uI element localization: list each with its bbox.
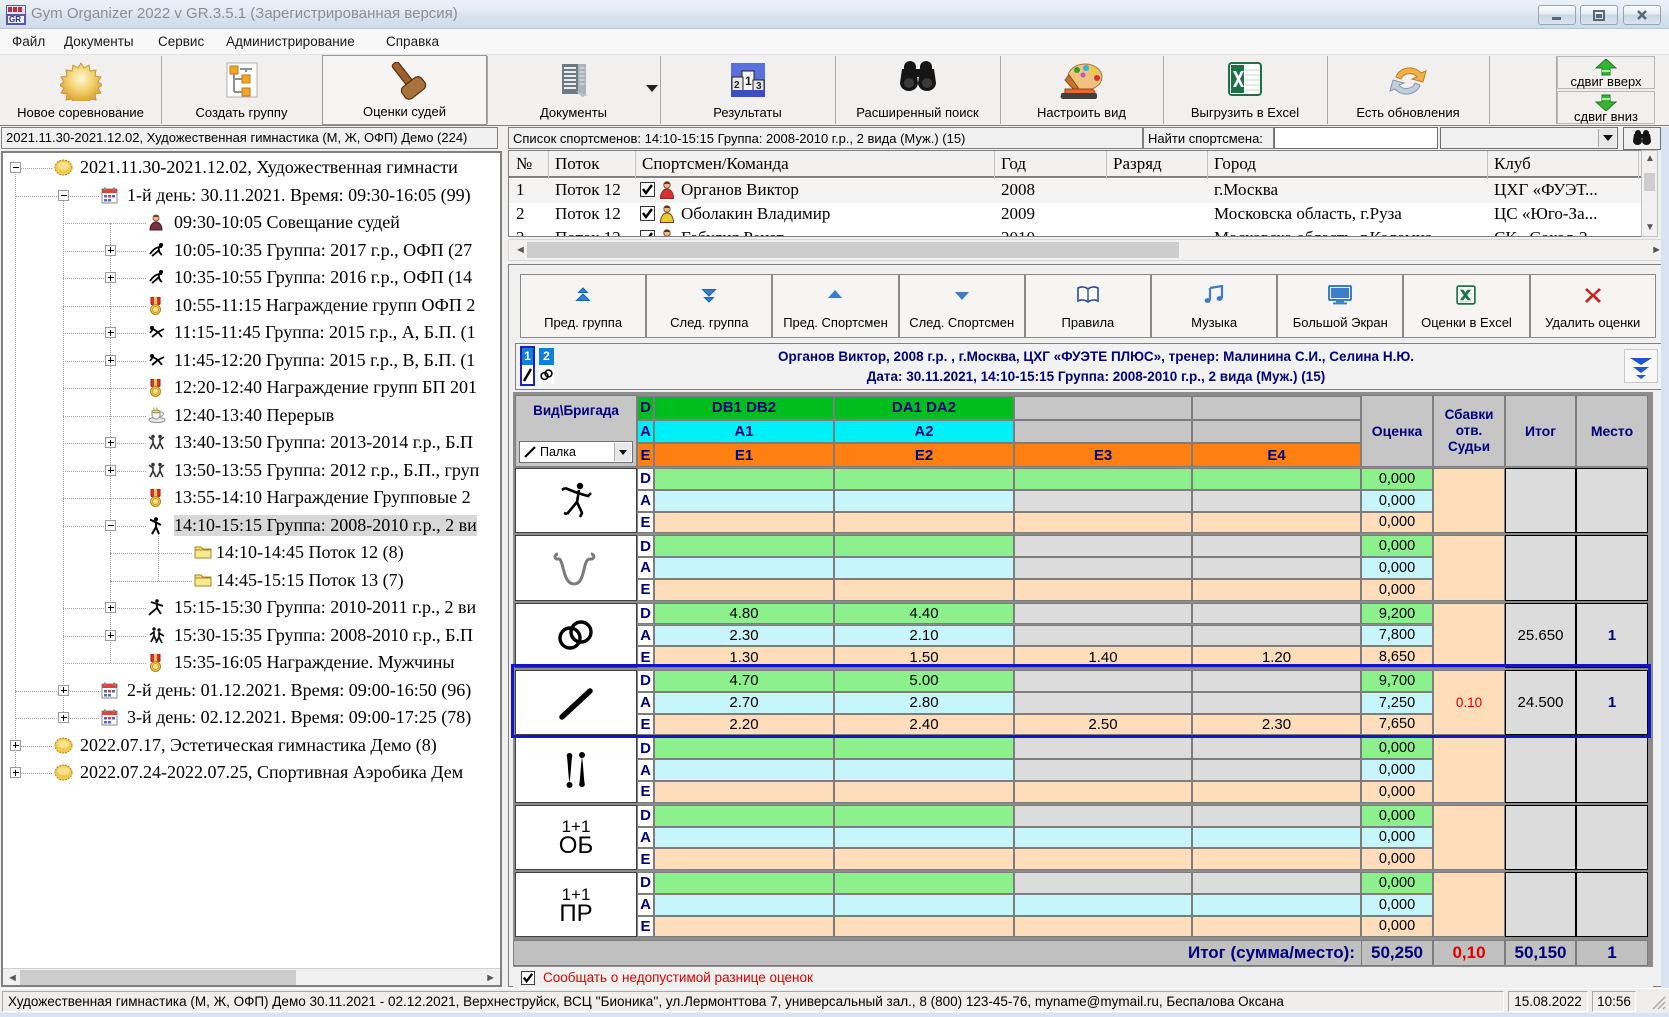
svg-text:2: 2	[734, 80, 740, 91]
svg-text:1: 1	[745, 74, 752, 88]
svg-text:GR: GR	[9, 15, 21, 24]
